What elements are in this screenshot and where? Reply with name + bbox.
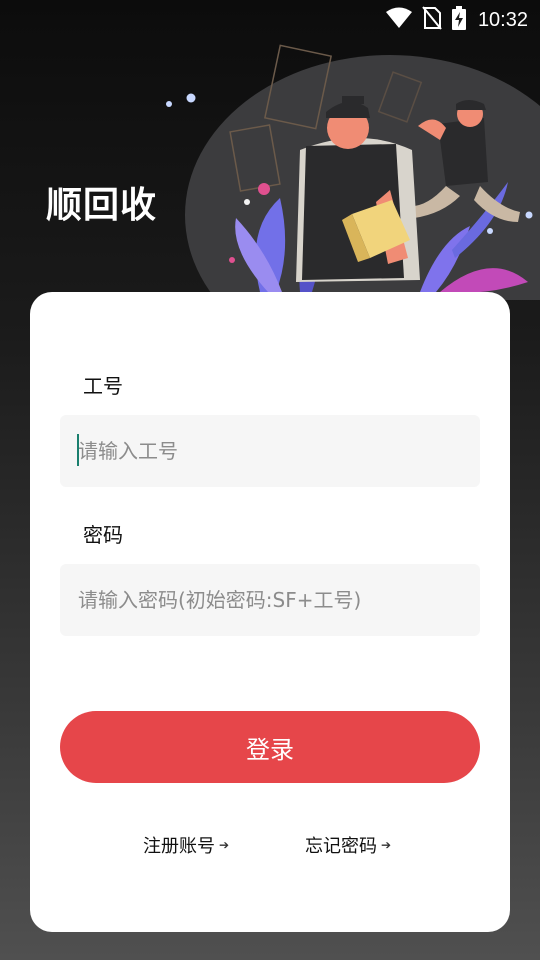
employee-id-input[interactable]: [60, 415, 480, 487]
app-title: 顺回收: [46, 185, 158, 226]
text-caret: [77, 434, 79, 466]
password-input[interactable]: [60, 564, 480, 636]
password-field-box: [60, 564, 480, 636]
forgot-password-link-label: 忘记密码: [305, 836, 377, 857]
login-card: 工号 密码 登录 注册账号 ➔ 忘记密码 ➔: [30, 292, 510, 932]
register-link-label: 注册账号: [143, 836, 215, 857]
password-label: 密码: [83, 523, 123, 547]
register-link[interactable]: 注册账号 ➔: [143, 832, 229, 858]
forgot-password-link[interactable]: 忘记密码 ➔: [305, 832, 391, 858]
login-button[interactable]: 登录: [60, 711, 480, 783]
employee-id-field-box: [60, 415, 480, 487]
employee-id-label: 工号: [83, 374, 123, 398]
arrow-right-icon: ➔: [381, 838, 392, 852]
arrow-right-icon: ➔: [219, 838, 230, 852]
account-links: 注册账号 ➔ 忘记密码 ➔: [30, 832, 510, 860]
hero-illustration: [0, 0, 540, 375]
